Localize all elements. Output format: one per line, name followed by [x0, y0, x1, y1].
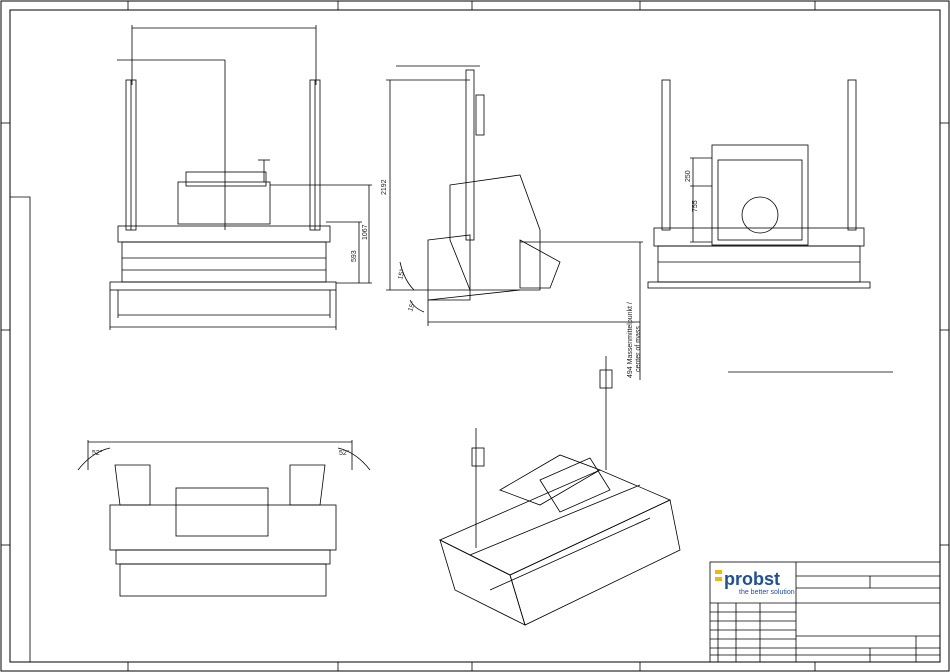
rear-view — [647, 79, 871, 289]
isometric-view — [439, 356, 681, 626]
brand-logo-text: probst — [724, 569, 780, 589]
brand-slogan: the better solution — [739, 589, 795, 596]
angle-15-top: 15° — [396, 268, 407, 280]
zone-ticks — [1, 1, 949, 671]
technical-drawing-sheet: 1067 593 2192 15° 15° 494 Massenmittelpu… — [0, 0, 950, 672]
dim-593: 593 — [351, 250, 358, 262]
dim-755: 755 — [692, 200, 699, 212]
front-view — [109, 25, 372, 330]
left-frame-step — [10, 196, 31, 662]
angle-15-bottom: 15° — [406, 300, 417, 313]
angle-52-left: 52° — [92, 449, 103, 457]
dim-2192: 2192 — [381, 179, 388, 195]
center-of-mass-label-en: center of mass — [635, 326, 642, 372]
center-of-mass-label-de: 494 Massenmittelpunkt / — [627, 302, 634, 378]
angle-52-right: 52° — [339, 449, 350, 457]
dim-250: 250 — [685, 170, 692, 182]
side-view — [386, 65, 643, 380]
probst-logo-bar-bottom — [715, 577, 722, 581]
dim-1067: 1067 — [362, 224, 369, 240]
outer-border — [0, 0, 950, 672]
probst-logo-bar-top — [715, 570, 722, 574]
top-view — [77, 440, 371, 597]
